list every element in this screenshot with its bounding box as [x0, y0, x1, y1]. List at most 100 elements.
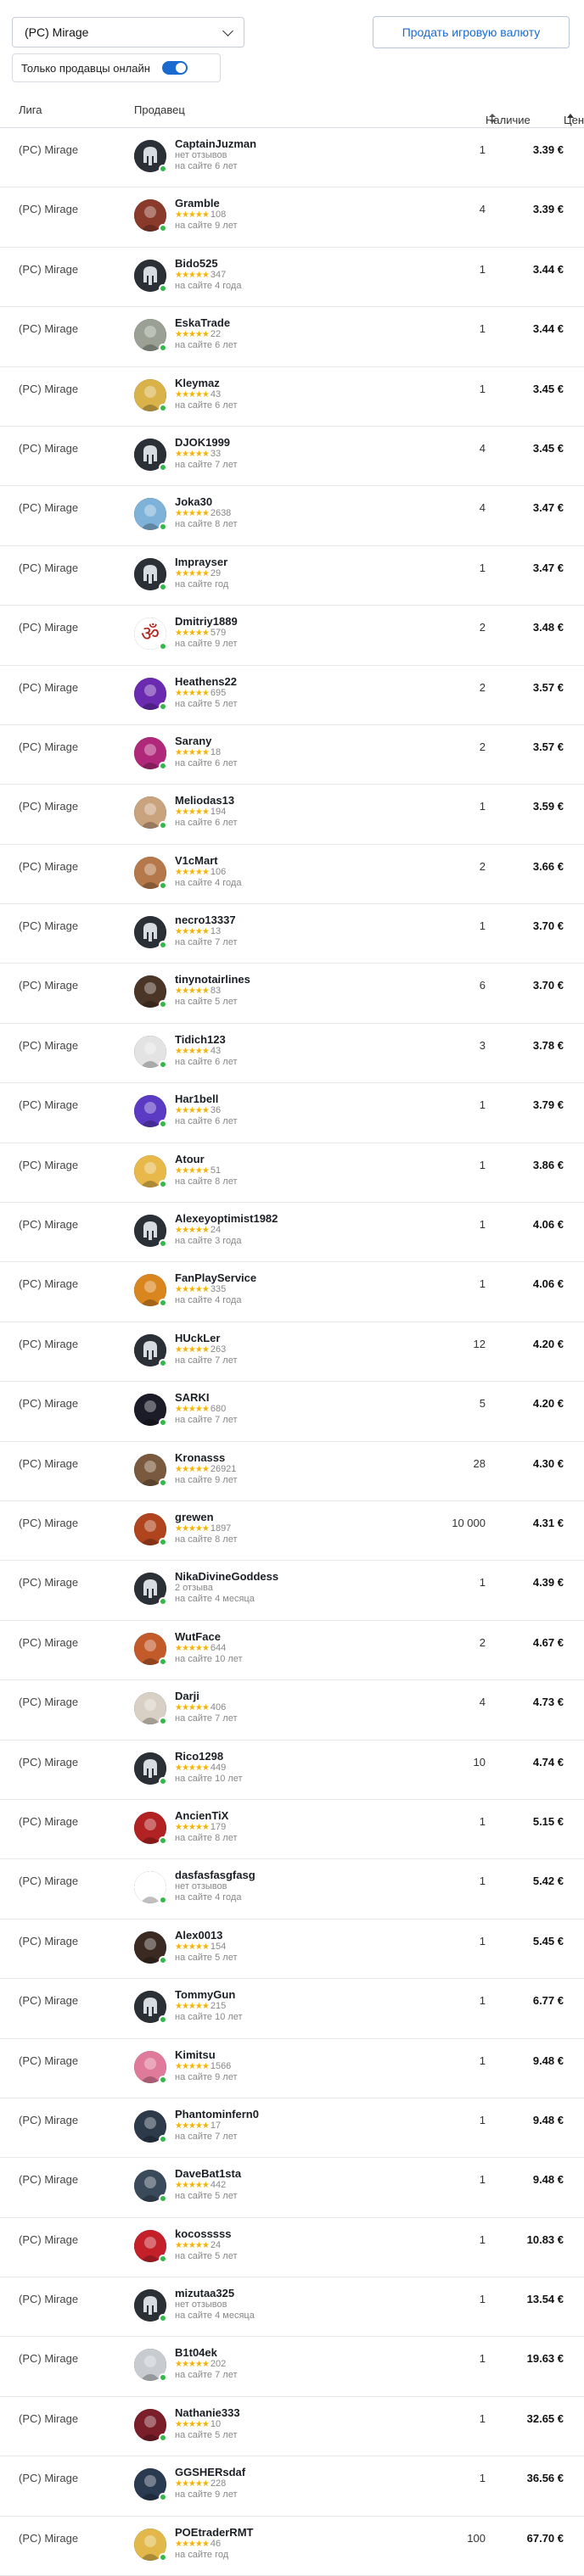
seller-name[interactable]: EskaTrade: [175, 316, 237, 329]
avatar[interactable]: [134, 1752, 167, 1785]
seller-name[interactable]: HUckLer: [175, 1332, 237, 1344]
table-row[interactable]: (PC) Mirage Bido525 ★★★★★ 347 на сайте 4 год…: [0, 248, 584, 308]
seller-name[interactable]: Imprayser: [175, 556, 228, 568]
avatar[interactable]: [134, 259, 167, 293]
avatar[interactable]: [134, 1095, 167, 1129]
seller-name[interactable]: Nathanie333: [175, 2406, 240, 2419]
avatar[interactable]: [134, 2468, 167, 2502]
seller-name[interactable]: FanPlayService: [175, 1271, 256, 1284]
seller-name[interactable]: Gramble: [175, 197, 237, 210]
avatar[interactable]: [134, 1453, 167, 1487]
table-row[interactable]: (PC) Mirage FanPlayService ★★★★★ 335 на сайт…: [0, 1262, 584, 1322]
table-row[interactable]: (PC) Mirage Phantominfern0 ★★★★★ 17 на сайте…: [0, 2098, 584, 2159]
table-row[interactable]: (PC) Mirage mizutaa325 нет отзывов на сайте…: [0, 2277, 584, 2338]
seller-name[interactable]: AncienTiX: [175, 1809, 237, 1822]
avatar[interactable]: [134, 677, 167, 711]
avatar[interactable]: [134, 1394, 167, 1428]
seller-name[interactable]: Har1bell: [175, 1092, 237, 1105]
table-row[interactable]: (PC) Mirage HUckLer ★★★★★ 263 на сайте 7 лет…: [0, 1322, 584, 1383]
avatar[interactable]: ॐ: [134, 617, 167, 651]
seller-name[interactable]: Kleymaz: [175, 377, 237, 389]
avatar[interactable]: [134, 1871, 167, 1905]
avatar[interactable]: [134, 498, 167, 532]
avatar[interactable]: [134, 1573, 167, 1607]
seller-name[interactable]: Rico1298: [175, 1750, 243, 1763]
seller-name[interactable]: NikaDivineGoddess: [175, 1570, 278, 1583]
seller-name[interactable]: B1t04ek: [175, 2346, 237, 2359]
avatar[interactable]: [134, 2528, 167, 2562]
avatar[interactable]: [134, 1154, 167, 1188]
avatar[interactable]: [134, 2050, 167, 2084]
avatar[interactable]: [134, 2170, 167, 2204]
seller-name[interactable]: Kimitsu: [175, 2048, 237, 2061]
seller-name[interactable]: Dmitriy1889: [175, 615, 238, 628]
seller-name[interactable]: V1cMart: [175, 854, 241, 867]
avatar[interactable]: [134, 199, 167, 233]
avatar[interactable]: [134, 796, 167, 830]
table-row[interactable]: (PC) Mirage DaveBat1sta ★★★★★ 442 на сайте 5…: [0, 2158, 584, 2218]
avatar[interactable]: [134, 856, 167, 890]
avatar[interactable]: [134, 1632, 167, 1666]
table-row[interactable]: (PC) Mirage Imprayser ★★★★★ 29 на сайте год 1…: [0, 546, 584, 606]
online-sellers-filter[interactable]: Только продавцы онлайн: [12, 53, 221, 82]
seller-name[interactable]: tinynotairlines: [175, 973, 250, 986]
table-row[interactable]: (PC) Mirage Tidich123 ★★★★★ 43 на сайте 6 ле…: [0, 1024, 584, 1084]
avatar[interactable]: [134, 1035, 167, 1069]
table-row[interactable]: (PC) Mirage Kimitsu ★★★★★ 1566 на сайте 9 ле…: [0, 2039, 584, 2098]
avatar[interactable]: [134, 1333, 167, 1367]
table-row[interactable]: (PC) Mirage AncienTiX ★★★★★ 179 на сайте 8 л…: [0, 1800, 584, 1860]
table-row[interactable]: (PC) Mirage tinynotairlines ★★★★★ 83 на сайт…: [0, 964, 584, 1024]
avatar[interactable]: [134, 1274, 167, 1308]
table-row[interactable]: (PC) Mirage Kronasss ★★★★★ 26921 на сайте 9 …: [0, 1442, 584, 1501]
seller-name[interactable]: WutFace: [175, 1630, 243, 1643]
seller-name[interactable]: Bido525: [175, 257, 241, 270]
seller-name[interactable]: DaveBat1sta: [175, 2167, 241, 2180]
table-row[interactable]: (PC) Mirage grewen ★★★★★ 1897 на сайте 8 лет…: [0, 1501, 584, 1562]
avatar[interactable]: [134, 438, 167, 472]
avatar[interactable]: [134, 319, 167, 353]
seller-name[interactable]: Sarany: [175, 735, 237, 747]
table-row[interactable]: (PC) Mirage Nathanie333 ★★★★★ 10 на сайте 5 …: [0, 2397, 584, 2457]
seller-name[interactable]: kocosssss: [175, 2227, 237, 2240]
avatar[interactable]: [134, 557, 167, 591]
seller-name[interactable]: Heathens22: [175, 675, 237, 688]
table-row[interactable]: (PC) Mirage Kleymaz ★★★★★ 43 на сайте 6 лет 1…: [0, 367, 584, 427]
table-row[interactable]: (PC) Mirage dasfasfasgfasg нет отзывов на с…: [0, 1859, 584, 1919]
table-row[interactable]: (PC) Mirage Alexeyoptimist1982 ★★★★★ 24 на с…: [0, 1203, 584, 1263]
seller-name[interactable]: Phantominfern0: [175, 2108, 259, 2121]
table-row[interactable]: (PC) Mirage TommyGun ★★★★★ 215 на сайте 10 л…: [0, 1979, 584, 2039]
avatar[interactable]: [134, 2109, 167, 2143]
seller-name[interactable]: CaptainJuzman: [175, 137, 256, 150]
seller-name[interactable]: necro13337: [175, 914, 237, 926]
table-row[interactable]: (PC) Mirage B1t04ek ★★★★★ 202 на сайте 7 лет…: [0, 2337, 584, 2397]
seller-name[interactable]: POEtraderRMT: [175, 2526, 253, 2539]
table-row[interactable]: (PC) Mirage GGSHERsdaf ★★★★★ 228 на сайте 9 …: [0, 2456, 584, 2517]
seller-name[interactable]: Kronasss: [175, 1451, 237, 1464]
seller-name[interactable]: GGSHERsdaf: [175, 2466, 245, 2478]
seller-name[interactable]: Darji: [175, 1690, 237, 1702]
avatar[interactable]: [134, 1811, 167, 1845]
seller-name[interactable]: mizutaa325: [175, 2287, 255, 2299]
table-row[interactable]: (PC) Mirage DJOK1999 ★★★★★ 33 на сайте 7 лет…: [0, 427, 584, 487]
table-row[interactable]: (PC) Mirage Meliodas13 ★★★★★ 194 на сайте 6 …: [0, 785, 584, 845]
seller-name[interactable]: dasfasfasgfasg: [175, 1869, 256, 1881]
avatar[interactable]: [134, 1692, 167, 1726]
avatar[interactable]: [134, 2229, 167, 2263]
avatar[interactable]: [134, 140, 167, 173]
table-row[interactable]: (PC) Mirage ॐ Dmitriy1889 ★★★★★ 579 на сайте …: [0, 606, 584, 666]
table-row[interactable]: (PC) Mirage Darji ★★★★★ 406 на сайте 7 лет 4 4…: [0, 1680, 584, 1741]
table-row[interactable]: (PC) Mirage V1cMart ★★★★★ 106 на сайте 4 год…: [0, 845, 584, 905]
avatar[interactable]: [134, 1215, 167, 1249]
avatar[interactable]: [134, 2289, 167, 2323]
seller-name[interactable]: SARKI: [175, 1391, 237, 1404]
avatar[interactable]: [134, 736, 167, 770]
table-row[interactable]: (PC) Mirage POEtraderRMT ★★★★★ 46 на сайте г…: [0, 2517, 584, 2576]
avatar[interactable]: [134, 1931, 167, 1964]
table-row[interactable]: (PC) Mirage WutFace ★★★★★ 644 на сайте 10 ле…: [0, 1621, 584, 1681]
table-row[interactable]: (PC) Mirage NikaDivineGoddess 2 отзыва на с…: [0, 1561, 584, 1621]
online-toggle[interactable]: [161, 61, 188, 75]
table-row[interactable]: (PC) Mirage Alex0013 ★★★★★ 154 на сайте 5 ле…: [0, 1919, 584, 1980]
seller-name[interactable]: DJOK1999: [175, 436, 237, 449]
table-row[interactable]: (PC) Mirage Har1bell ★★★★★ 36 на сайте 6 лет…: [0, 1083, 584, 1143]
table-row[interactable]: (PC) Mirage Sarany ★★★★★ 18 на сайте 6 лет 2 3…: [0, 725, 584, 785]
